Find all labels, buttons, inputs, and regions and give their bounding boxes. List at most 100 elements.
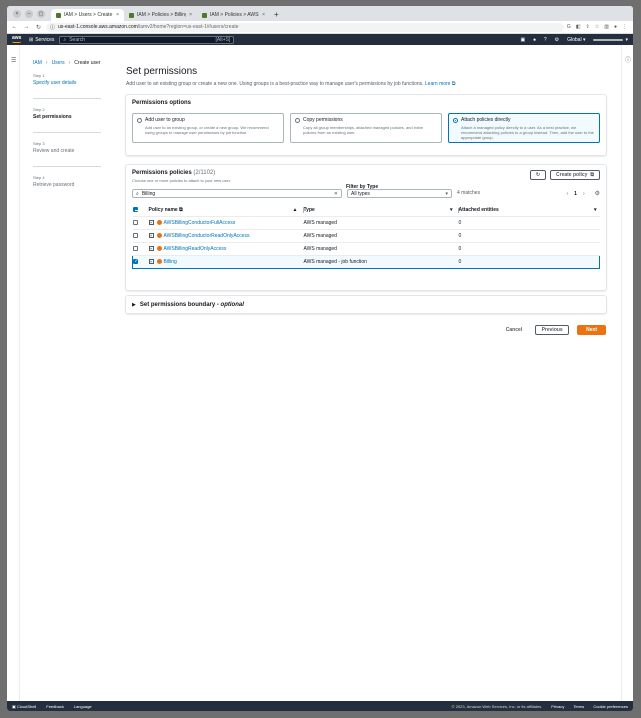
privacy-link[interactable]: Privacy [551,704,564,709]
close-tab-icon[interactable]: × [116,12,119,18]
bookmark-star-icon[interactable]: ☆ [595,24,599,30]
browser-tab-awsbilling[interactable]: IAM > Policies > AWSBillin × [197,9,270,21]
tab-bar: × – ▢ IAM > Users > Create user × IAM > … [7,6,633,21]
help-icon[interactable]: ? [544,37,547,43]
step-number: Step 4 [33,175,45,180]
cloudshell-label: CloudShell [16,703,37,709]
next-page-icon[interactable]: › [583,191,585,197]
maximize-window-icon[interactable]: ▢ [37,9,45,18]
radio-add-to-group[interactable] [137,118,142,123]
select-all-checkbox[interactable] [132,207,138,213]
region-selector[interactable]: Global ▾ [567,37,585,43]
table-row[interactable]: + AWSBillingConductorReadOnlyAccess AWS m… [132,229,600,243]
policy-search-input[interactable]: ⌕ Billing ✕ [132,189,342,198]
browser-tab-create-user[interactable]: IAM > Users > Create user × [51,9,124,21]
terminal-icon: ▣ [12,703,16,709]
option-add-to-group[interactable]: Add user to group Add user to an existin… [132,113,284,143]
close-tab-icon[interactable]: × [189,12,192,18]
sort-icon[interactable]: ▾ [594,207,597,213]
option-copy-permissions[interactable]: Copy permissions Copy all group membersh… [290,113,442,143]
row-checkbox[interactable] [132,219,138,225]
type-filter-select[interactable]: All types ▾ [347,189,452,198]
cookie-preferences-link[interactable]: Cookie preferences [593,704,628,709]
table-row-selected[interactable]: + Billing AWS managed - job function 0 [132,254,600,269]
column-attached-entities[interactable]: Attached entities ▾ [458,205,600,217]
notifications-icon[interactable]: ♠ [533,37,536,43]
new-tab-icon[interactable]: + [270,9,283,21]
row-checkbox[interactable] [132,245,138,251]
policy-link[interactable]: AWSBillingConductorReadOnlyAccess [164,233,250,239]
column-type[interactable]: Type ▾ [303,205,459,217]
step-label-specify-user-details[interactable]: Specify user details [33,80,113,86]
console-search-input[interactable]: ⌕ Search [Alt+S] [59,35,235,44]
policy-link[interactable]: AWSBillingReadOnlyAccess [164,246,227,252]
column-policy-name[interactable]: Policy name ⧉ ▲ [148,205,304,217]
terms-link[interactable]: Terms [573,704,584,709]
policy-link[interactable]: Billing [164,259,177,265]
back-icon[interactable]: ← [10,24,19,30]
left-side-rail: ☰ [7,45,20,701]
learn-more-link[interactable]: Learn more ⧉ [425,81,456,87]
table-row[interactable]: + AWSBillingConductorFullAccess AWS manag… [132,216,600,230]
permissions-boundary-panel[interactable]: ▶ Set permissions boundary - optional [126,296,606,313]
refresh-button[interactable]: ↻ [530,170,547,180]
reload-icon[interactable]: ↻ [34,24,43,31]
aws-logo[interactable]: aws [12,36,24,43]
sort-ascending-icon[interactable]: ▲ [293,207,298,213]
sort-icon[interactable]: ▾ [450,207,453,213]
step-2: Step 2 Set permissions [33,107,113,120]
expand-plus-icon[interactable]: + [148,232,154,238]
next-button[interactable]: Next [577,325,606,335]
step-number: Step 3 [33,141,45,146]
menu-icon[interactable]: ☰ [11,57,16,64]
aws-smile-icon [12,41,21,43]
step-number: Step 1 [33,73,45,78]
share-icon[interactable]: ⇪ [586,24,590,30]
cloudshell-icon[interactable]: ▣ [520,37,525,43]
row-checkbox-checked[interactable] [133,258,138,264]
cancel-button[interactable]: Cancel [501,327,527,333]
browser-tab-billing[interactable]: IAM > Policies > Billing × [124,9,197,21]
radio-attach-policies[interactable] [453,118,458,123]
browser-menu-icon[interactable]: ⋮ [622,24,627,30]
breadcrumb-iam[interactable]: IAM [33,60,42,66]
preferences-gear-icon[interactable]: ⚙ [595,190,600,197]
site-info-icon[interactable]: ⓘ [50,24,55,31]
sidebar-icon[interactable]: ▥ [604,24,609,30]
table-row[interactable]: + AWSBillingReadOnlyAccess AWS managed 0 [132,242,600,256]
cloudshell-link[interactable]: ▣ CloudShell [12,704,36,709]
previous-button[interactable]: Previous [535,325,570,335]
breadcrumb-users[interactable]: Users [52,60,65,66]
clear-search-icon[interactable]: ✕ [334,191,338,197]
url-field[interactable]: ⓘ us-east-1.console.aws.amazon.com/iamv2… [46,22,564,32]
expand-plus-icon[interactable]: + [148,219,154,225]
row-checkbox[interactable] [132,232,138,238]
caret-right-icon[interactable]: ▶ [132,302,136,308]
expand-plus-icon[interactable]: + [148,245,154,251]
pagination: ‹ 1 › ⚙ [566,190,600,198]
info-icon[interactable]: ⓘ [625,55,631,64]
option-attach-policies[interactable]: Attach policies directly Attach a manage… [448,113,600,143]
expand-plus-icon[interactable]: + [148,258,154,264]
feedback-link[interactable]: Feedback [46,704,64,709]
step-label-review-and-create: Review and create [33,148,75,154]
close-tab-icon[interactable]: × [262,12,265,18]
services-label: Services [35,36,55,43]
extension-icon[interactable]: ◧ [576,24,581,30]
option-title: Copy permissions [303,117,343,123]
minimize-window-icon[interactable]: – [25,9,33,18]
google-icon[interactable]: G [567,24,571,30]
prev-page-icon[interactable]: ‹ [566,191,568,197]
radio-copy-permissions[interactable] [295,118,300,123]
close-window-icon[interactable]: × [13,9,21,18]
policy-link[interactable]: AWSBillingConductorFullAccess [164,220,236,226]
account-menu[interactable]: ▾ [593,37,628,43]
create-policy-button[interactable]: Create policy ⧉ [550,170,600,180]
language-link[interactable]: Language [74,704,92,709]
services-button[interactable]: ⊞ Services [29,37,54,43]
address-bar: ← → ↻ ⓘ us-east-1.console.aws.amazon.com… [7,21,633,34]
settings-icon[interactable]: ⚙ [555,37,559,43]
profile-icon[interactable]: ● [614,24,617,30]
current-page[interactable]: 1 [574,191,577,197]
forward-icon[interactable]: → [22,24,31,30]
